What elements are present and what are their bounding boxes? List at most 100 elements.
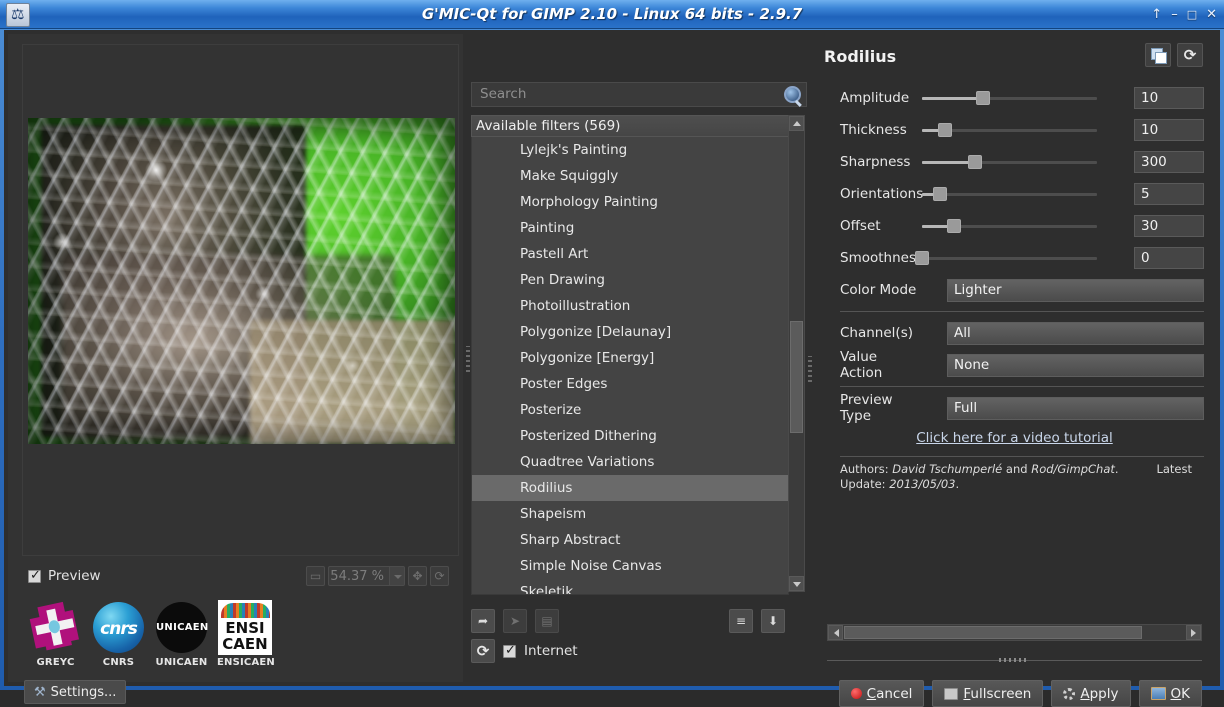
parameter-value[interactable]: 10 bbox=[1134, 119, 1204, 141]
ok-button[interactable]: OK bbox=[1138, 680, 1202, 707]
close-button[interactable]: ✕ bbox=[1206, 8, 1217, 21]
fullscreen-rest: ullscreen bbox=[970, 685, 1032, 702]
list-item[interactable]: Polygonize [Delaunay] bbox=[472, 319, 788, 345]
parameter-slider[interactable] bbox=[922, 88, 1097, 108]
list-item[interactable]: Polygonize [Energy] bbox=[472, 345, 788, 371]
list-item[interactable]: Posterize bbox=[472, 397, 788, 423]
zoom-reset-button[interactable]: ⟳ bbox=[430, 566, 449, 586]
list-item[interactable]: Photoillustration bbox=[472, 293, 788, 319]
slider-knob[interactable] bbox=[976, 91, 991, 105]
filter-list[interactable]: Lylejk's Painting Make Squiggly Morphology… bbox=[471, 137, 789, 595]
hscroll-right-button[interactable] bbox=[1186, 625, 1201, 640]
search-input-placeholder: Search bbox=[480, 86, 527, 102]
list-item[interactable]: Skeletik bbox=[472, 579, 788, 594]
combo-value[interactable]: Full bbox=[947, 396, 1204, 420]
parameter-slider[interactable] bbox=[922, 184, 1097, 204]
zoom-spin-down[interactable] bbox=[390, 566, 405, 586]
authors-prefix: Authors: bbox=[840, 462, 893, 476]
list-item[interactable]: Sharp Abstract bbox=[472, 527, 788, 553]
search-icon[interactable] bbox=[784, 86, 801, 103]
available-filters-header[interactable]: Available filters (569) bbox=[471, 115, 789, 137]
preview-checkbox-label: Preview bbox=[48, 568, 101, 584]
parameter-value[interactable]: 30 bbox=[1134, 215, 1204, 237]
list-item[interactable]: Poster Edges bbox=[472, 371, 788, 397]
slider-track bbox=[922, 193, 1097, 196]
slider-knob[interactable] bbox=[967, 155, 982, 169]
title-bar[interactable]: ⚖ G'MIC-Qt for GIMP 2.10 - Linux 64 bits… bbox=[0, 0, 1224, 29]
parameter-label: Orientations bbox=[840, 186, 924, 202]
zoom-fit-button[interactable]: ▭ bbox=[306, 566, 325, 586]
rename-fave-button[interactable]: ▤ bbox=[535, 609, 559, 633]
copy-parameters-button[interactable] bbox=[1145, 43, 1171, 67]
logo-unicaen[interactable]: UNICAEN UNICAEN bbox=[154, 600, 209, 668]
parameter-value[interactable]: 5 bbox=[1134, 183, 1204, 205]
filter-list-scrollbar[interactable] bbox=[788, 115, 805, 592]
zoom-level-input[interactable]: 54.37 % bbox=[328, 566, 390, 586]
cancel-button[interactable]: Cancel bbox=[838, 680, 925, 707]
authors-suffix: . bbox=[1114, 462, 1119, 476]
parameter-slider[interactable] bbox=[922, 120, 1097, 140]
scrollbar-thumb[interactable] bbox=[790, 321, 803, 433]
internet-checkbox[interactable] bbox=[503, 643, 516, 658]
preview-pane: Preview ▭ 54.37 % ✥ ⟳ bbox=[8, 34, 463, 704]
combo-value[interactable]: All bbox=[947, 321, 1204, 345]
combo-value[interactable]: Lighter bbox=[947, 278, 1204, 302]
parameter-label: Offset bbox=[840, 218, 881, 234]
video-tutorial-link[interactable]: Click here for a video tutorial bbox=[813, 430, 1216, 446]
refresh-filters-button[interactable]: ⟳ bbox=[471, 639, 495, 663]
list-item[interactable]: Simple Noise Canvas bbox=[472, 553, 788, 579]
reset-parameters-button[interactable]: ⟳ bbox=[1177, 43, 1203, 67]
hscrollbar-thumb[interactable] bbox=[844, 626, 1142, 639]
parameter-slider[interactable] bbox=[922, 152, 1097, 172]
maximize-button[interactable]: □ bbox=[1187, 8, 1197, 21]
list-item[interactable]: Pastell Art bbox=[472, 241, 788, 267]
shade-button[interactable]: ↑ bbox=[1151, 8, 1162, 21]
parameter-value[interactable]: 10 bbox=[1134, 87, 1204, 109]
logo-cnrs[interactable]: cnrs CNRS bbox=[91, 600, 146, 668]
logo-greyc[interactable]: GREYC bbox=[28, 600, 83, 668]
list-item[interactable]: Posterized Dithering bbox=[472, 423, 788, 449]
logo-ensicaen[interactable]: ENSI CAEN ENSICAEN bbox=[217, 600, 275, 668]
list-item[interactable]: Painting bbox=[472, 215, 788, 241]
preview-checkbox[interactable]: Preview bbox=[28, 567, 101, 585]
list-item[interactable]: Morphology Painting bbox=[472, 189, 788, 215]
add-to-faves-button[interactable]: ➦ bbox=[471, 609, 495, 633]
combo-value[interactable]: None bbox=[947, 353, 1204, 377]
settings-button[interactable]: ⚒ Settings... bbox=[24, 680, 127, 704]
slider-knob[interactable] bbox=[946, 219, 961, 233]
parameter-slider[interactable] bbox=[915, 248, 1097, 268]
preview-checkbox-box[interactable] bbox=[28, 568, 41, 583]
list-item[interactable]: Lylejk's Painting bbox=[472, 137, 788, 163]
preview-image[interactable] bbox=[28, 118, 455, 444]
parameter-value[interactable]: 0 bbox=[1134, 247, 1204, 269]
parameter-value[interactable]: 300 bbox=[1134, 151, 1204, 173]
parameter-row: Offset 30 bbox=[813, 210, 1216, 242]
fullscreen-button[interactable]: Fullscreen bbox=[932, 680, 1044, 707]
list-item[interactable]: Pen Drawing bbox=[472, 267, 788, 293]
slider-knob[interactable] bbox=[932, 187, 947, 201]
search-input[interactable]: Search bbox=[471, 82, 807, 107]
scroll-down-button[interactable] bbox=[789, 576, 804, 591]
scroll-up-button[interactable] bbox=[789, 116, 804, 131]
preview-frame[interactable] bbox=[22, 44, 459, 556]
parameters-hscrollbar[interactable] bbox=[827, 624, 1202, 641]
add-fave-button[interactable]: ➤ bbox=[503, 609, 527, 633]
slider-knob[interactable] bbox=[937, 123, 952, 137]
list-item[interactable]: Shapeism bbox=[472, 501, 788, 527]
list-item[interactable]: Make Squiggly bbox=[472, 163, 788, 189]
minimize-button[interactable]: – bbox=[1171, 8, 1178, 21]
parameter-slider[interactable] bbox=[922, 216, 1097, 236]
internet-row: ⟳ Internet bbox=[471, 639, 578, 663]
unicaen-icon: UNICAEN bbox=[154, 600, 209, 655]
list-item-selected[interactable]: Rodilius bbox=[472, 475, 788, 501]
download-filters-button[interactable]: ⬇ bbox=[761, 609, 785, 633]
add-fave-icon: ➤ bbox=[509, 614, 521, 628]
page-title: Rodilius bbox=[824, 47, 897, 66]
list-item[interactable]: Quadtree Variations bbox=[472, 449, 788, 475]
apply-button[interactable]: Apply bbox=[1051, 680, 1131, 707]
slider-knob[interactable] bbox=[915, 251, 929, 265]
hscroll-left-button[interactable] bbox=[828, 625, 843, 640]
manage-faves-button[interactable]: ≡ bbox=[729, 609, 753, 633]
zoom-center-button[interactable]: ✥ bbox=[408, 566, 427, 586]
cancel-rest: ancel bbox=[876, 685, 913, 702]
